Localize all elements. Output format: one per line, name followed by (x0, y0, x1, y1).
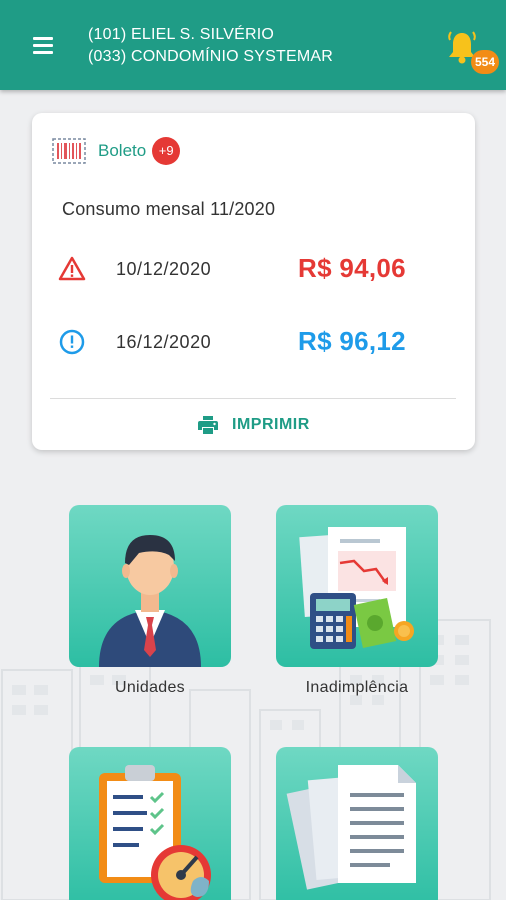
bill-due-date: 10/12/2020 (116, 259, 212, 279)
tile-label: Inadimplência (305, 679, 409, 696)
unit-owner-label: (101) ELIEL S. SILVÉRIO (88, 26, 275, 43)
warning-triangle-icon (58, 256, 86, 281)
tile-unidades-box[interactable] (69, 505, 231, 667)
tile-checklist-box[interactable] (69, 747, 231, 900)
info-circle-icon (59, 329, 85, 355)
tile-inadimplencia[interactable]: Inadimplência (276, 505, 438, 697)
tile-inadimplencia-box[interactable] (276, 505, 438, 667)
tile-documents-box[interactable] (276, 747, 438, 900)
print-button[interactable]: IMPRIMIR (196, 411, 310, 439)
printer-icon (198, 416, 218, 434)
finance-report-icon (299, 527, 414, 649)
boleto-count-badge: +9 (152, 137, 181, 165)
boleto-card: Boleto +9 Consumo mensal 11/2020 10/12/2… (32, 113, 475, 450)
print-label: IMPRIMIR (232, 416, 310, 433)
clipboard-gauge-icon (99, 765, 211, 900)
condominium-label: (033) CONDOMÍNIO SYSTEMAR (88, 48, 334, 65)
consumo-label: Consumo mensal 11/2020 (62, 199, 276, 219)
header-info: (101) ELIEL S. SILVÉRIO (033) CONDOMÍNIO… (88, 24, 333, 68)
bill-row[interactable]: 10/12/2020 R$ 94,06 (58, 249, 458, 289)
bill-amount: R$ 96,12 (298, 326, 406, 356)
notification-badge: 554 (471, 50, 499, 74)
menu-icon[interactable] (33, 37, 55, 55)
card-divider (50, 398, 456, 399)
barcode-icon (52, 138, 86, 164)
tile-checklist[interactable] (69, 747, 231, 900)
bill-row[interactable]: 16/12/2020 R$ 96,12 (58, 322, 458, 362)
documents-icon (286, 765, 416, 890)
tile-documents[interactable] (276, 747, 438, 900)
boleto-title: Boleto (98, 141, 147, 160)
bill-due-date: 16/12/2020 (116, 332, 212, 352)
businessman-icon (99, 535, 201, 667)
app-bar: (101) ELIEL S. SILVÉRIO (033) CONDOMÍNIO… (0, 0, 506, 90)
boleto-header[interactable]: Boleto +9 (52, 137, 181, 165)
tile-label: Unidades (114, 679, 185, 696)
bill-amount: R$ 94,06 (298, 253, 406, 283)
tile-unidades[interactable]: Unidades (69, 505, 231, 697)
